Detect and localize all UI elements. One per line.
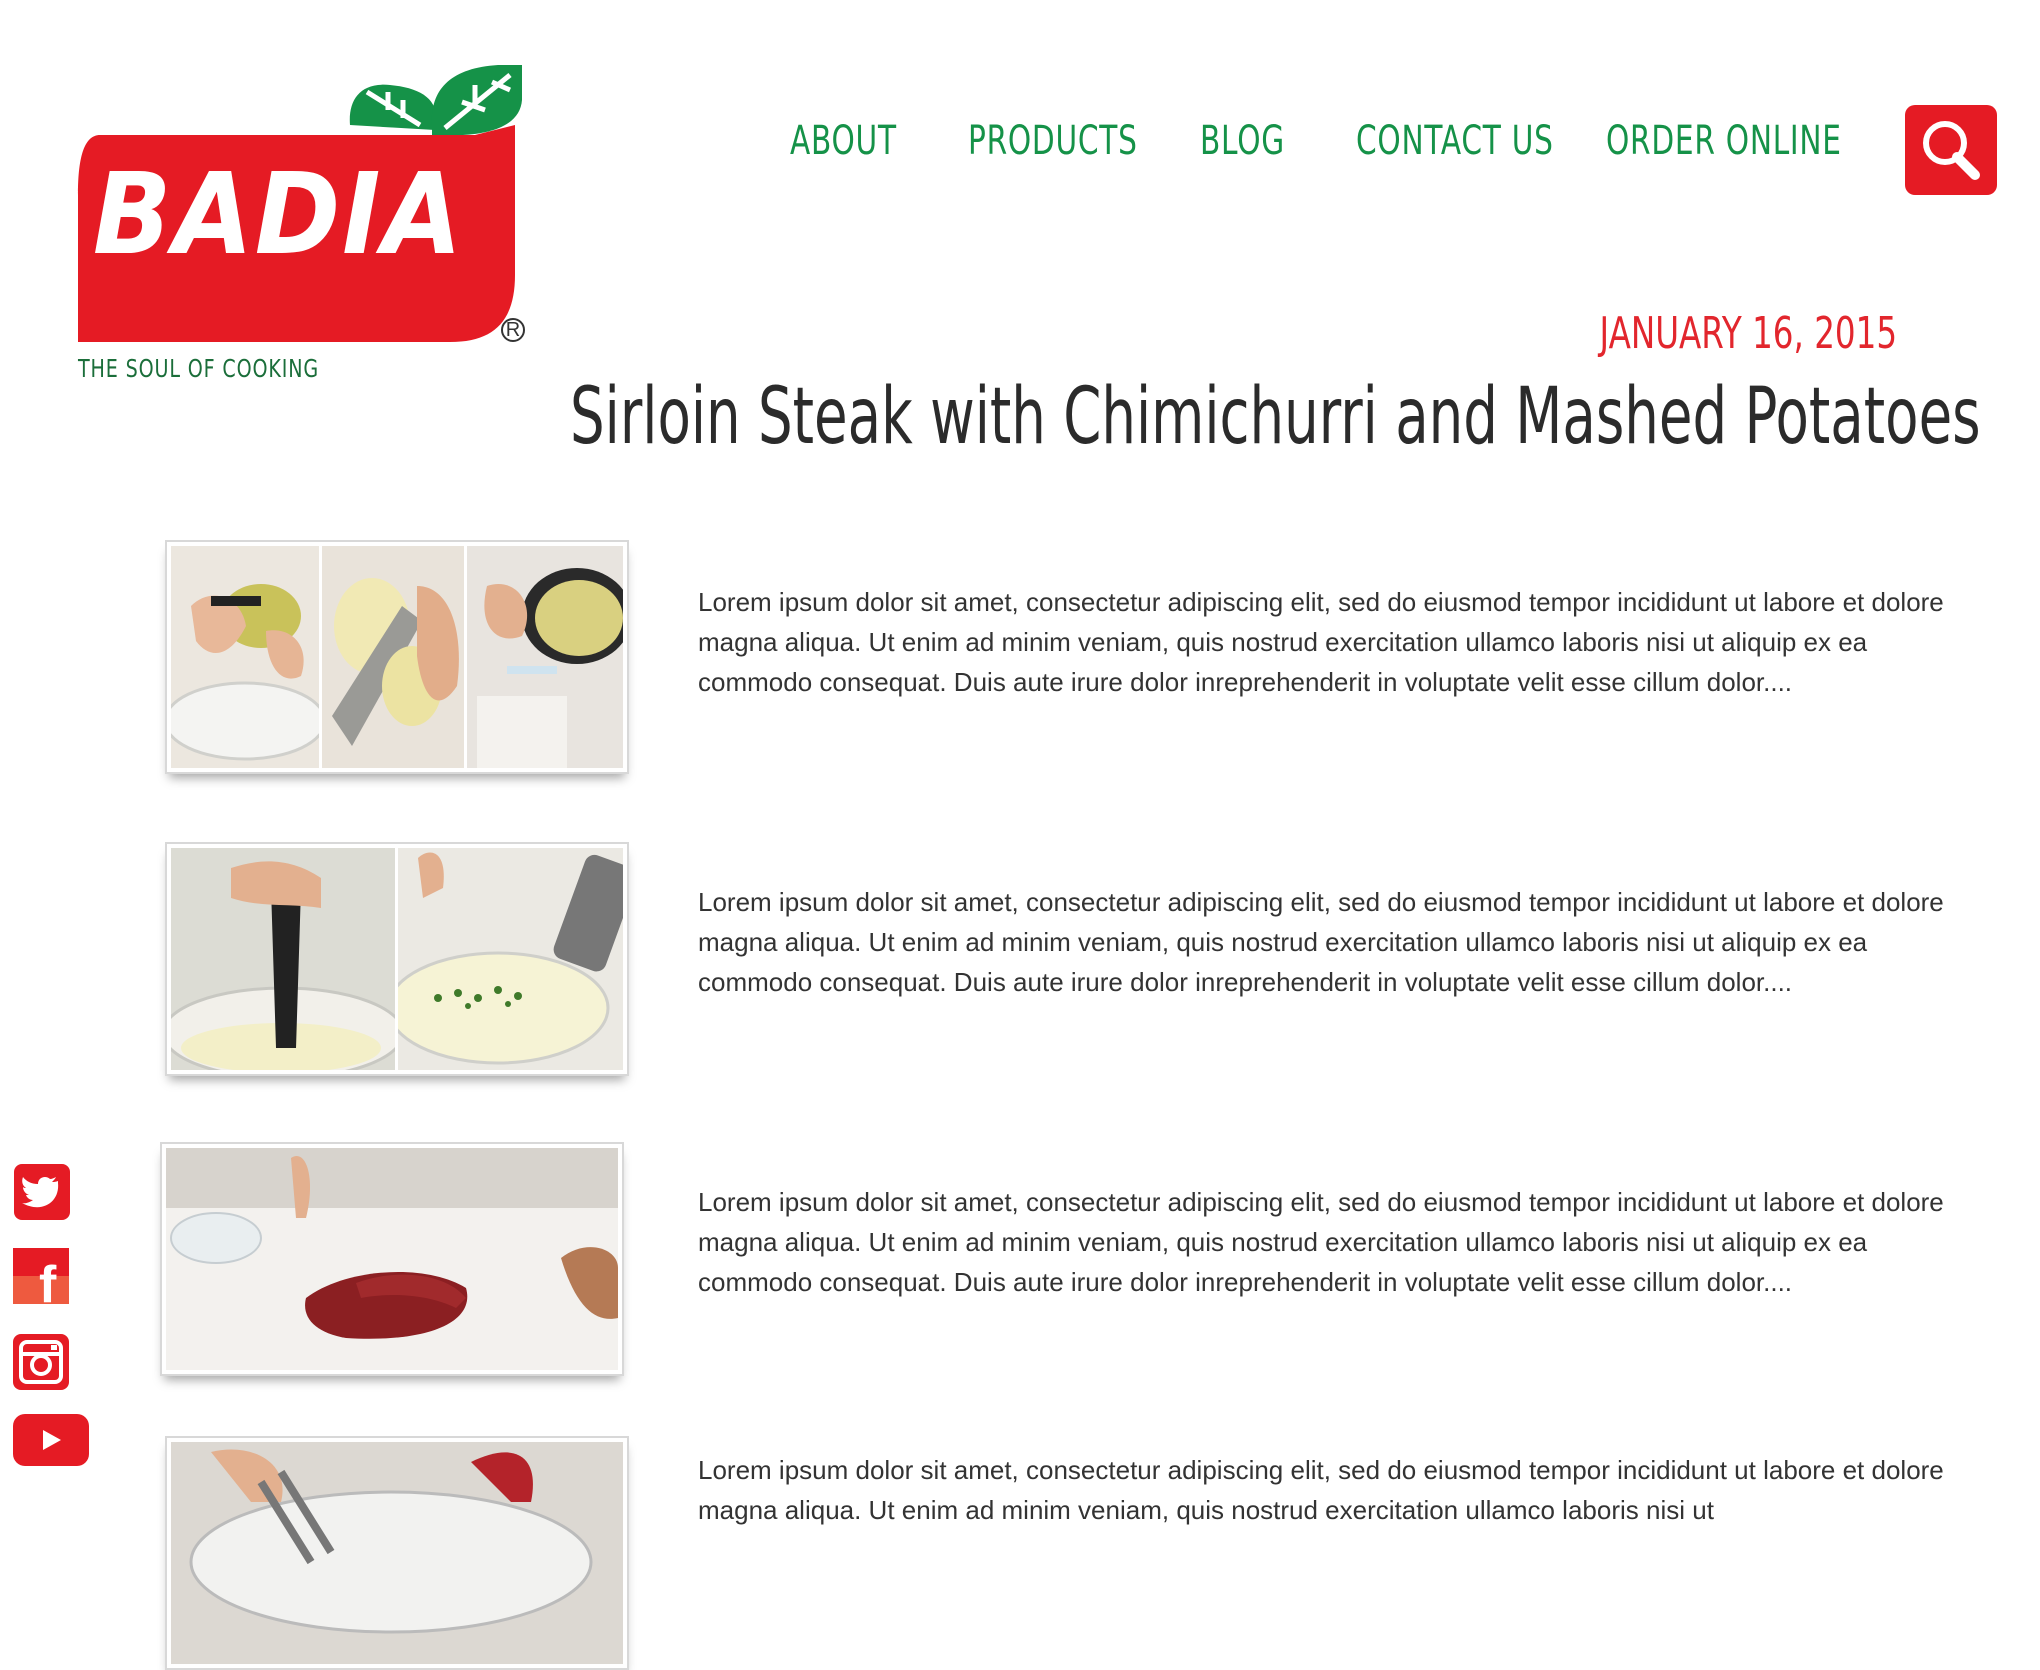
step-photo <box>165 1436 629 1670</box>
registered-mark: R <box>501 318 525 342</box>
facebook-glyph: f <box>39 1256 57 1304</box>
search-icon <box>1923 121 1980 180</box>
photo-panel <box>171 1442 623 1664</box>
photo-panel <box>171 848 395 1070</box>
step-description: Lorem ipsum dolor sit amet, consectetur … <box>698 1455 1944 1525</box>
nav-contact-us[interactable]: CONTACT US <box>1356 118 1554 164</box>
photo-panel <box>171 546 319 768</box>
facebook-icon[interactable]: f <box>13 1248 69 1314</box>
step-photo <box>165 842 629 1076</box>
nav-blog[interactable]: BLOG <box>1200 118 1285 164</box>
nav-order-online[interactable]: ORDER ONLINE <box>1606 118 1842 164</box>
nav-about[interactable]: ABOUT <box>790 118 897 164</box>
step-description: Lorem ipsum dolor sit amet, consectetur … <box>698 1187 1944 1297</box>
twitter-icon[interactable] <box>14 1164 70 1225</box>
step-description: Lorem ipsum dolor sit amet, consectetur … <box>698 887 1944 997</box>
photo-panel <box>467 546 623 768</box>
logo-tagline: THE SOUL OF COOKING <box>78 354 320 383</box>
photo-panel <box>398 848 623 1070</box>
brand-logo[interactable]: BADIA R THE SOUL OF COOKING <box>70 30 540 390</box>
post-date: JANUARY 16, 2015 <box>1599 308 1897 359</box>
step-photo <box>165 540 629 774</box>
instagram-icon[interactable] <box>13 1334 69 1395</box>
step-description: Lorem ipsum dolor sit amet, consectetur … <box>698 587 1944 697</box>
post-title: Sirloin Steak with Chimichurri and Mashe… <box>570 372 1981 462</box>
nav-products[interactable]: PRODUCTS <box>968 118 1138 164</box>
search-button[interactable] <box>1905 105 1997 195</box>
youtube-icon[interactable] <box>13 1414 89 1471</box>
photo-panel <box>322 546 464 768</box>
logo-wordmark: BADIA <box>92 150 464 280</box>
step-photo <box>160 1142 624 1376</box>
photo-panel <box>166 1148 618 1370</box>
